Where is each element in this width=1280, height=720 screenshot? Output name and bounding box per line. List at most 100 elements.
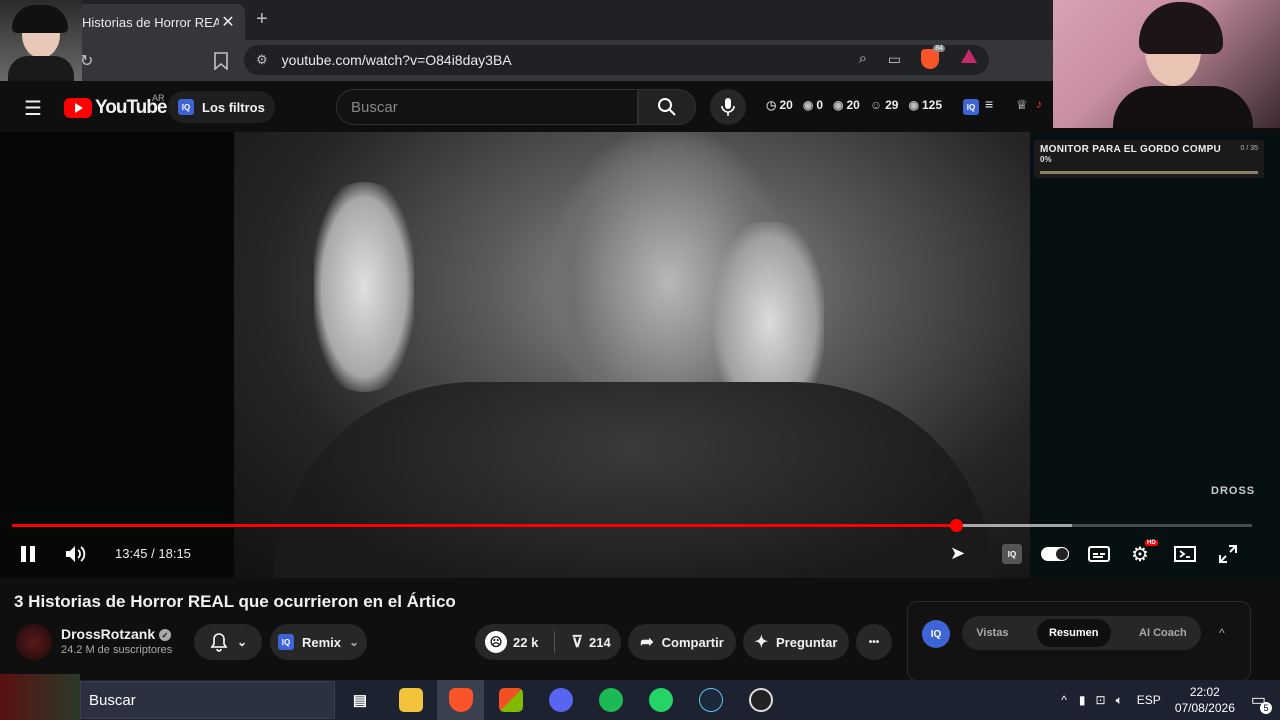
channel-avatar[interactable] <box>16 624 52 660</box>
iq-icon: IQ <box>277 634 294 650</box>
iq-icon: IQ <box>922 620 950 648</box>
search-button[interactable] <box>638 89 696 125</box>
scrubber-handle[interactable] <box>950 519 963 532</box>
collapse-icon[interactable]: ^ <box>1219 626 1225 640</box>
list-icon[interactable]: ≡ <box>985 96 993 112</box>
progress-bar[interactable] <box>12 519 1252 532</box>
played-bar <box>12 524 956 527</box>
eye-icon: ◉ <box>833 98 844 112</box>
summary-tabs: Vistas Resumen AI Coach <box>962 616 1201 650</box>
stat-0: ◷ 20 <box>766 98 793 112</box>
brave-shield-icon[interactable] <box>921 49 939 69</box>
search-input[interactable]: Buscar <box>336 89 638 125</box>
remix-button[interactable]: IQ Remix ⌄ <box>270 624 367 660</box>
taskbar-search[interactable]: Buscar <box>80 681 335 719</box>
zoom-icon[interactable]: ⌕ <box>859 50 867 67</box>
tab-vistas[interactable]: Vistas <box>976 627 1008 639</box>
brave-browser-icon[interactable] <box>449 688 473 712</box>
system-tray: ^ ▮ ⊡ 🔈︎ ESP 22:02 07/08/2026 ▭ 5 <box>1061 680 1280 720</box>
stream-side-panel <box>1030 132 1280 578</box>
subtitles-button[interactable] <box>1088 542 1110 566</box>
divider <box>554 631 556 653</box>
language-indicator[interactable]: ESP <box>1137 693 1161 707</box>
iq-icon: IQ <box>178 99 194 115</box>
ask-button[interactable]: ✦ Preguntar <box>743 624 849 660</box>
eye-icon: ◉ <box>802 98 814 112</box>
channel-name-text: DrossRotzank <box>61 626 156 642</box>
goal-count: 0 / 35 <box>1240 145 1258 152</box>
like-button[interactable]: ☹ 22 k <box>485 631 538 653</box>
clock-time: 22:02 <box>1189 685 1220 699</box>
task-view-icon[interactable]: ▤ <box>348 688 372 712</box>
like-dislike-group: ☹ 22 k ⊽ 214 <box>475 624 621 660</box>
goal-title: MONITOR PARA EL GORDO COMPU <box>1040 144 1222 155</box>
more-actions-button[interactable]: ••• <box>856 624 892 660</box>
network-icon[interactable]: ⊡ <box>1096 693 1106 707</box>
notification-icon[interactable]: ▭ 5 <box>1251 690 1272 714</box>
trophy-icon[interactable]: ♕ <box>1016 97 1028 113</box>
share-icon: ➦ <box>640 634 654 651</box>
omnibox[interactable]: ⚙ youtube.com/watch?v=O84i8day3BA ⌕ ▭ 84 <box>244 45 989 75</box>
webcam-overlay-left <box>0 0 82 82</box>
usb-icon[interactable]: ▮ <box>1079 693 1086 707</box>
spotify-icon[interactable] <box>599 688 623 712</box>
channel-name[interactable]: DrossRotzank ✓ <box>61 626 172 642</box>
fullscreen-icon <box>1219 545 1237 563</box>
notification-bell-icon[interactable]: ♪ <box>1036 97 1042 111</box>
stream-goal-widget: MONITOR PARA EL GORDO COMPU 0 / 35 0% <box>1034 140 1264 178</box>
url-text: youtube.com/watch?v=O84i8day3BA <box>281 52 512 68</box>
obs-icon[interactable] <box>749 688 773 712</box>
address-bar: ↻ ⚙ youtube.com/watch?v=O84i8day3BA ⌕ ▭ … <box>0 40 1053 81</box>
pause-button[interactable] <box>20 542 36 566</box>
iq-extension-icon[interactable]: IQ <box>963 99 979 115</box>
steam-icon[interactable] <box>699 688 723 712</box>
channel-stats: ◷ 20 ◉ 0 ◉ 20 ☺ 29 ◉ 125 <box>766 98 942 112</box>
goal-progress-bar <box>1040 171 1258 174</box>
settings-button[interactable]: ⚙ HD <box>1131 540 1158 566</box>
volume-button[interactable] <box>64 542 88 566</box>
tab-close-icon[interactable]: ✕ <box>219 12 237 32</box>
dislike-button[interactable]: ⊽ 214 <box>571 632 610 652</box>
region-code: AR <box>152 93 165 103</box>
bookmark-icon[interactable] <box>214 52 228 70</box>
miniplayer-button[interactable] <box>1174 542 1196 566</box>
share-button[interactable]: ➦ Compartir <box>628 624 736 660</box>
menu-icon[interactable]: ☰ <box>24 96 42 121</box>
stat-1: ◉ 0 <box>802 98 824 112</box>
browser-tab[interactable]: Historias de Horror REAL ✕ <box>70 4 245 40</box>
tab-title: Historias de Horror REAL <box>82 14 219 30</box>
brave-shield-count: 84 <box>933 45 945 52</box>
clock[interactable]: 22:02 07/08/2026 <box>1175 684 1235 716</box>
stat-2: ◉ 20 <box>833 98 860 112</box>
whatsapp-icon[interactable] <box>649 688 673 712</box>
microsoft-store-icon[interactable] <box>499 688 523 712</box>
speaker-icon[interactable]: 🔈︎ <box>1116 693 1123 708</box>
cast-icon[interactable]: ▭ <box>888 51 901 68</box>
brave-rewards-icon[interactable] <box>961 49 977 63</box>
filters-button[interactable]: IQ Los filtros <box>168 91 275 123</box>
verified-icon: ✓ <box>159 629 172 642</box>
video-frame[interactable] <box>234 132 1030 578</box>
tab-ai-coach[interactable]: AI Coach <box>1139 627 1187 639</box>
search-placeholder: Buscar <box>351 98 398 116</box>
new-tab-button[interactable]: + <box>256 8 268 31</box>
chevron-up-icon[interactable]: ^ <box>1061 693 1067 707</box>
file-explorer-icon[interactable] <box>399 688 423 712</box>
discord-icon[interactable] <box>549 688 573 712</box>
taskbar-search-label: Buscar <box>89 691 136 709</box>
chevron-down-icon: ⌄ <box>236 635 248 649</box>
like-count: 22 k <box>513 634 539 650</box>
iq-player-button[interactable]: IQ <box>1002 542 1022 566</box>
subscription-bell-button[interactable]: ⌄ <box>194 624 262 660</box>
autoplay-toggle[interactable] <box>1041 542 1069 566</box>
voice-search-button[interactable] <box>710 89 746 125</box>
notification-count: 5 <box>1260 702 1272 714</box>
fullscreen-button[interactable] <box>1218 542 1238 566</box>
person-icon: ☺ <box>869 98 883 112</box>
thumbs-down-icon: ⊽ <box>571 634 584 651</box>
hd-badge: HD <box>1145 540 1158 546</box>
site-settings-icon[interactable]: ⚙ <box>256 52 268 68</box>
stat-3: ☺ 29 <box>869 98 899 112</box>
reload-icon[interactable]: ↻ <box>80 51 93 71</box>
tab-resumen[interactable]: Resumen <box>1036 619 1111 647</box>
